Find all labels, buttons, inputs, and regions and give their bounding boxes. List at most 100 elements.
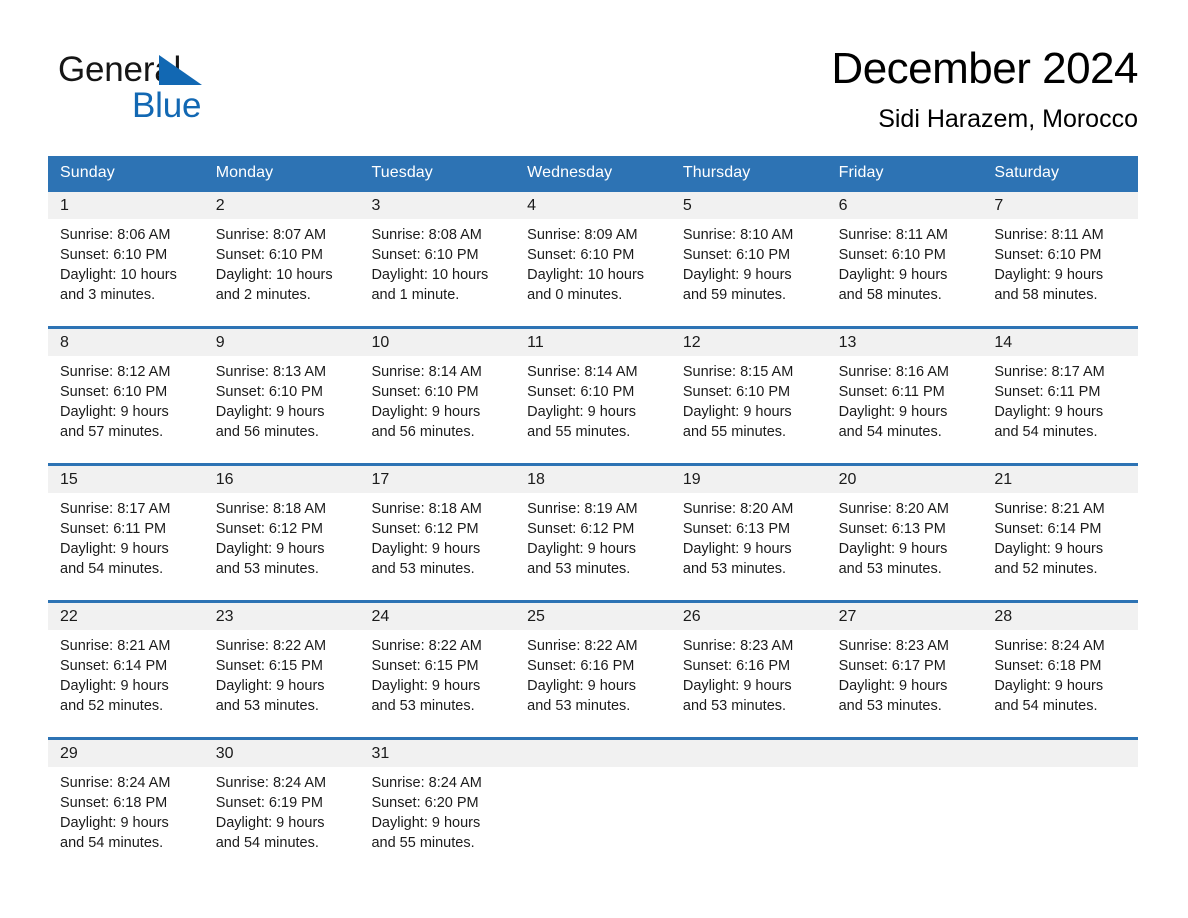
day-number[interactable]: 3 (359, 192, 515, 219)
sunset-text: Sunset: 6:16 PM (527, 658, 635, 674)
day-cell[interactable]: Sunrise: 8:08 AM Sunset: 6:10 PM Dayligh… (359, 219, 515, 326)
day-number[interactable]: 13 (827, 329, 983, 356)
day-number-empty (671, 740, 827, 767)
day-number[interactable]: 15 (48, 466, 204, 493)
sunset-text: Sunset: 6:13 PM (682, 521, 791, 537)
day-cell[interactable]: Sunrise: 8:24 AM Sunset: 6:19 PM Dayligh… (204, 767, 360, 874)
day-number[interactable]: 21 (982, 466, 1138, 493)
day-cell[interactable]: Sunrise: 8:22 AM Sunset: 6:16 PM Dayligh… (515, 630, 671, 737)
daylight-text: Daylight: 9 hours and 54 minutes. (60, 815, 169, 851)
daylight-text: Daylight: 9 hours and 53 minutes. (215, 678, 325, 714)
sunrise-text: Sunrise: 8:09 AM (527, 227, 638, 243)
day-cell[interactable]: Sunrise: 8:23 AM Sunset: 6:17 PM Dayligh… (827, 630, 983, 737)
day-cell[interactable]: Sunrise: 8:12 AM Sunset: 6:10 PM Dayligh… (48, 356, 204, 463)
day-cell[interactable]: Sunrise: 8:14 AM Sunset: 6:10 PM Dayligh… (515, 356, 671, 463)
daylight-text: Daylight: 9 hours and 52 minutes. (60, 678, 169, 714)
day-number[interactable]: 6 (827, 192, 983, 219)
day-cell[interactable]: Sunrise: 8:22 AM Sunset: 6:15 PM Dayligh… (359, 630, 515, 737)
day-cell[interactable]: Sunrise: 8:22 AM Sunset: 6:15 PM Dayligh… (204, 630, 360, 737)
day-number[interactable]: 28 (982, 603, 1138, 630)
daylight-text: Daylight: 9 hours and 54 minutes. (994, 678, 1104, 714)
day-number[interactable]: 30 (204, 740, 360, 767)
sunrise-text: Sunrise: 8:24 AM (371, 775, 482, 791)
day-cell[interactable]: Sunrise: 8:10 AM Sunset: 6:10 PM Dayligh… (671, 219, 827, 326)
day-number[interactable]: 17 (359, 466, 515, 493)
day-cell[interactable]: Sunrise: 8:15 AM Sunset: 6:10 PM Dayligh… (671, 356, 827, 463)
day-cell[interactable]: Sunrise: 8:24 AM Sunset: 6:20 PM Dayligh… (359, 767, 515, 874)
day-number[interactable]: 18 (515, 466, 671, 493)
day-number[interactable]: 10 (359, 329, 515, 356)
generalblue-logo[interactable]: General Blue (58, 50, 258, 128)
day-number[interactable]: 14 (982, 329, 1138, 356)
day-cell[interactable]: Sunrise: 8:17 AM Sunset: 6:11 PM Dayligh… (48, 493, 204, 600)
day-number[interactable]: 4 (515, 192, 671, 219)
day-detail-band: Sunrise: 8:24 AM Sunset: 6:18 PM Dayligh… (48, 767, 1138, 874)
day-number[interactable]: 19 (671, 466, 827, 493)
day-number[interactable]: 20 (827, 466, 983, 493)
sunset-text: Sunset: 6:11 PM (994, 384, 1101, 400)
day-cell[interactable]: Sunrise: 8:17 AM Sunset: 6:11 PM Dayligh… (982, 356, 1138, 463)
day-number[interactable]: 2 (204, 192, 360, 219)
day-number[interactable]: 27 (827, 603, 983, 630)
day-cell[interactable]: Sunrise: 8:18 AM Sunset: 6:12 PM Dayligh… (359, 493, 515, 600)
day-number[interactable]: 25 (515, 603, 671, 630)
logo-top-row: General (58, 50, 258, 90)
sunset-text: Sunset: 6:12 PM (371, 521, 479, 537)
day-number[interactable]: 11 (515, 329, 671, 356)
triangle-icon (159, 55, 202, 85)
sunrise-text: Sunrise: 8:11 AM (994, 227, 1104, 243)
day-number[interactable]: 26 (671, 603, 827, 630)
day-cell[interactable]: Sunrise: 8:21 AM Sunset: 6:14 PM Dayligh… (982, 493, 1138, 600)
sunset-text: Sunset: 6:10 PM (838, 247, 946, 263)
day-number[interactable]: 9 (204, 329, 360, 356)
day-number[interactable]: 16 (204, 466, 360, 493)
day-number-band: 8 9 10 11 12 13 14 (48, 329, 1138, 356)
day-cell-empty (982, 767, 1138, 874)
day-cell[interactable]: Sunrise: 8:20 AM Sunset: 6:13 PM Dayligh… (827, 493, 983, 600)
sunset-text: Sunset: 6:10 PM (60, 384, 168, 400)
sunrise-text: Sunrise: 8:23 AM (838, 638, 950, 654)
day-cell[interactable]: Sunrise: 8:21 AM Sunset: 6:14 PM Dayligh… (48, 630, 204, 737)
day-number[interactable]: 12 (671, 329, 827, 356)
day-cell[interactable]: Sunrise: 8:07 AM Sunset: 6:10 PM Dayligh… (204, 219, 360, 326)
day-number-empty (515, 740, 671, 767)
daylight-text: Daylight: 9 hours and 53 minutes. (838, 541, 948, 577)
day-number[interactable]: 23 (204, 603, 360, 630)
day-cell[interactable]: Sunrise: 8:11 AM Sunset: 6:10 PM Dayligh… (827, 219, 983, 326)
day-number[interactable]: 8 (48, 329, 204, 356)
day-cell[interactable]: Sunrise: 8:24 AM Sunset: 6:18 PM Dayligh… (982, 630, 1138, 737)
day-cell[interactable]: Sunrise: 8:06 AM Sunset: 6:10 PM Dayligh… (48, 219, 204, 326)
daylight-text: Daylight: 9 hours and 53 minutes. (527, 678, 636, 714)
day-cell[interactable]: Sunrise: 8:23 AM Sunset: 6:16 PM Dayligh… (671, 630, 827, 737)
sunrise-text: Sunrise: 8:07 AM (215, 227, 327, 243)
day-cell[interactable]: Sunrise: 8:14 AM Sunset: 6:10 PM Dayligh… (359, 356, 515, 463)
day-number-band: 29 30 31 (48, 740, 1138, 767)
sunset-text: Sunset: 6:12 PM (527, 521, 635, 537)
day-detail-band: Sunrise: 8:21 AM Sunset: 6:14 PM Dayligh… (48, 630, 1138, 737)
day-number[interactable]: 29 (48, 740, 204, 767)
sunset-text: Sunset: 6:10 PM (682, 384, 791, 400)
day-cell-empty (515, 767, 671, 874)
day-cell[interactable]: Sunrise: 8:16 AM Sunset: 6:11 PM Dayligh… (827, 356, 983, 463)
day-cell[interactable]: Sunrise: 8:19 AM Sunset: 6:12 PM Dayligh… (515, 493, 671, 600)
weekday-wednesday: Wednesday (527, 164, 613, 181)
daylight-text: Daylight: 9 hours and 55 minutes. (371, 815, 481, 851)
daylight-text: Daylight: 10 hours and 2 minutes. (215, 267, 333, 303)
day-cell[interactable]: Sunrise: 8:11 AM Sunset: 6:10 PM Dayligh… (982, 219, 1138, 326)
day-number[interactable]: 7 (982, 192, 1138, 219)
day-number[interactable]: 1 (48, 192, 204, 219)
day-cell[interactable]: Sunrise: 8:13 AM Sunset: 6:10 PM Dayligh… (204, 356, 360, 463)
day-cell[interactable]: Sunrise: 8:09 AM Sunset: 6:10 PM Dayligh… (515, 219, 671, 326)
daylight-text: Daylight: 9 hours and 53 minutes. (371, 541, 481, 577)
day-detail-band: Sunrise: 8:06 AM Sunset: 6:10 PM Dayligh… (48, 219, 1138, 326)
day-cell[interactable]: Sunrise: 8:18 AM Sunset: 6:12 PM Dayligh… (204, 493, 360, 600)
day-cell[interactable]: Sunrise: 8:24 AM Sunset: 6:18 PM Dayligh… (48, 767, 204, 874)
day-number[interactable]: 24 (359, 603, 515, 630)
day-number[interactable]: 22 (48, 603, 204, 630)
day-detail-band: Sunrise: 8:12 AM Sunset: 6:10 PM Dayligh… (48, 356, 1138, 463)
day-number[interactable]: 5 (671, 192, 827, 219)
day-cell[interactable]: Sunrise: 8:20 AM Sunset: 6:13 PM Dayligh… (671, 493, 827, 600)
day-cell-empty (827, 767, 983, 874)
weekday-saturday: Saturday (994, 164, 1060, 181)
day-number[interactable]: 31 (359, 740, 515, 767)
